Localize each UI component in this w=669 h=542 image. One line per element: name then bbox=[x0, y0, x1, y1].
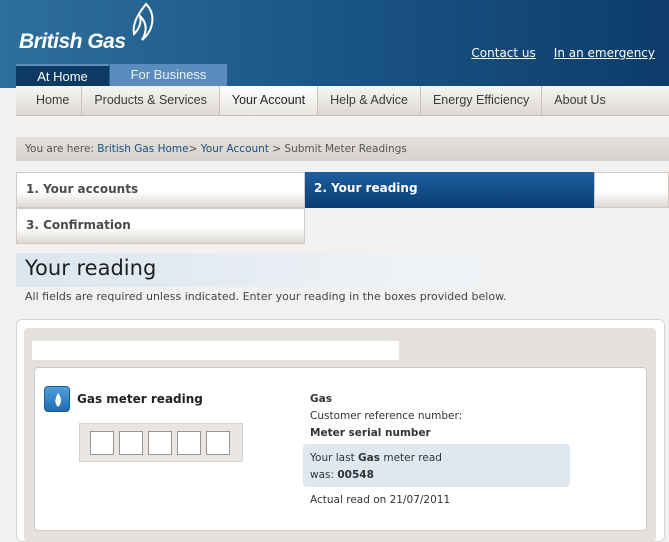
flame-logo-icon bbox=[132, 2, 154, 41]
last-read-text: Your last Gas meter read bbox=[310, 452, 442, 464]
reading-digit-4[interactable] bbox=[177, 430, 201, 455]
account-bar bbox=[32, 341, 399, 360]
reading-digit-2[interactable] bbox=[119, 430, 143, 455]
top-links: Contact us In an emergency bbox=[471, 46, 655, 60]
step-confirmation: 3. Confirmation bbox=[16, 208, 305, 244]
meter-serial-label: Meter serial number bbox=[310, 427, 431, 439]
step-your-reading: 2. Your reading bbox=[305, 172, 594, 208]
reading-digit-5[interactable] bbox=[206, 430, 230, 455]
gas-meter-reading-label: Gas meter reading bbox=[77, 392, 203, 406]
step-your-accounts[interactable]: 1. Your accounts bbox=[16, 172, 305, 208]
british-gas-logo[interactable]: British Gas bbox=[19, 30, 126, 54]
nav-energy-efficiency[interactable]: Energy Efficiency bbox=[421, 86, 543, 115]
nav-your-account[interactable]: Your Account bbox=[219, 86, 319, 115]
main-nav: Home Products & Services Your Account He… bbox=[16, 86, 669, 116]
last-read-fuel: Gas bbox=[358, 452, 381, 464]
last-read-prefix: Your last bbox=[310, 452, 355, 464]
nav-about-us[interactable]: About Us bbox=[542, 86, 617, 115]
last-read-value: 00548 bbox=[337, 469, 374, 481]
emergency-link[interactable]: In an emergency bbox=[554, 46, 655, 60]
intro-text: All fields are required unless indicated… bbox=[25, 290, 507, 303]
breadcrumb-current: Submit Meter Readings bbox=[284, 143, 407, 155]
breadcrumb: You are here: British Gas Home> Your Acc… bbox=[16, 137, 669, 161]
customer-ref-label: Customer reference number: bbox=[310, 410, 463, 422]
last-read-suffix: meter read bbox=[383, 452, 442, 464]
tab-at-home[interactable]: At Home bbox=[16, 64, 109, 88]
fuel-type: Gas bbox=[310, 393, 332, 405]
nav-products-services[interactable]: Products & Services bbox=[82, 86, 220, 115]
actual-read-date: Actual read on 21/07/2011 bbox=[310, 494, 451, 506]
nav-home[interactable]: Home bbox=[16, 86, 83, 115]
nav-help-advice[interactable]: Help & Advice bbox=[318, 86, 421, 115]
site-header: British Gas Contact us In an emergency A… bbox=[0, 0, 669, 88]
reading-digit-1[interactable] bbox=[90, 430, 114, 455]
reading-digit-3[interactable] bbox=[148, 430, 172, 455]
breadcrumb-prefix: You are here: bbox=[25, 143, 94, 155]
flame-icon bbox=[44, 386, 70, 412]
tab-for-business[interactable]: For Business bbox=[110, 64, 227, 88]
breadcrumb-home-link[interactable]: British Gas Home bbox=[97, 143, 188, 155]
meter-reading-input bbox=[79, 423, 243, 462]
step-spacer bbox=[594, 172, 669, 208]
last-read-value-line: was: 00548 bbox=[310, 469, 374, 481]
breadcrumb-account-link[interactable]: Your Account bbox=[201, 143, 269, 155]
contact-us-link[interactable]: Contact us bbox=[471, 46, 535, 60]
page-title: Your reading bbox=[25, 256, 157, 280]
was-label: was: bbox=[310, 469, 335, 481]
